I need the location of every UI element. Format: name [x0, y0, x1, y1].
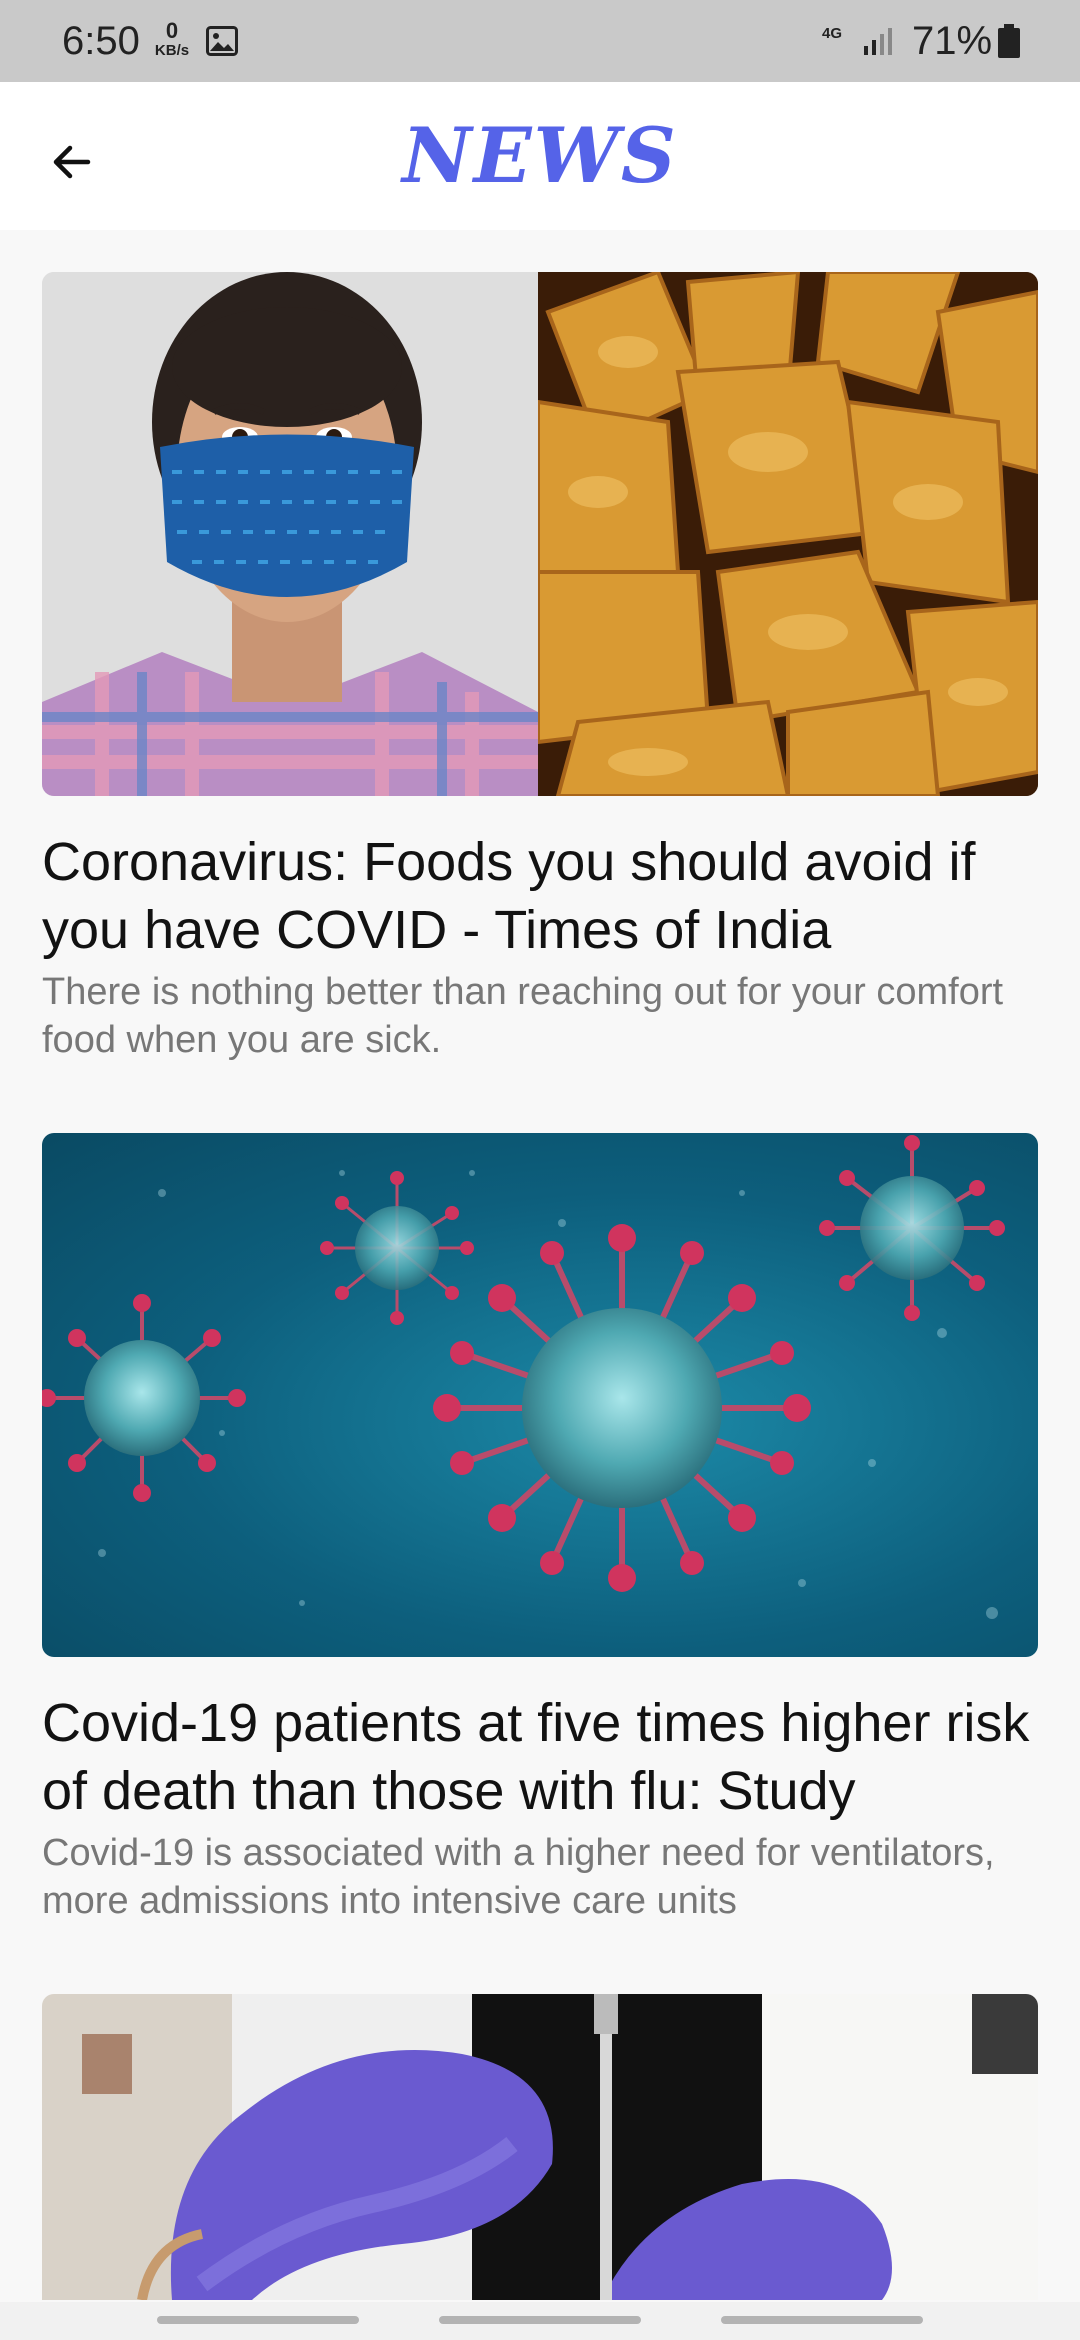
network-type: 4G — [822, 25, 843, 42]
page-title: NEWS — [402, 111, 678, 200]
app-bar: NEWS — [0, 82, 1080, 230]
data-speed-value: 0 — [165, 18, 179, 43]
data-speed: 0 KB/s — [150, 18, 194, 60]
samosa-photo — [538, 272, 1038, 796]
article-card[interactable]: Covid-19 patients at five times higher r… — [42, 1133, 1038, 1925]
article-card[interactable]: Coronavirus: Foods you should avoid if y… — [42, 272, 1038, 1064]
nav-handle-right[interactable] — [721, 2316, 923, 2324]
battery-percent: 71% — [912, 19, 993, 63]
article-title[interactable]: Covid-19 patients at five times higher r… — [42, 1689, 1038, 1825]
article-description: There is nothing better than reaching ou… — [42, 971, 1004, 1061]
article-image[interactable] — [42, 272, 1038, 796]
article-description: Covid-19 is associated with a higher nee… — [42, 1832, 995, 1922]
signal-icon — [862, 26, 898, 61]
data-speed-unit: KB/s — [154, 42, 190, 59]
battery-icon — [998, 24, 1020, 63]
masked-person-photo — [42, 272, 538, 796]
nav-handle-left[interactable] — [157, 2316, 359, 2324]
vaccine-photo — [42, 1994, 1038, 2300]
gallery-icon — [206, 26, 238, 61]
article-title[interactable]: Coronavirus: Foods you should avoid if y… — [42, 828, 1038, 964]
gesture-navigation-bar — [0, 2302, 1080, 2340]
virus-illustration — [42, 1135, 1005, 1619]
article-image[interactable] — [42, 1994, 1038, 2300]
status-time: 6:50 — [62, 19, 140, 63]
article-card[interactable] — [42, 1994, 1038, 2300]
nav-handle-center[interactable] — [439, 2316, 641, 2324]
status-bar: 6:50 0 KB/s 4G 71% — [0, 0, 1080, 82]
article-image[interactable] — [42, 1133, 1038, 1657]
